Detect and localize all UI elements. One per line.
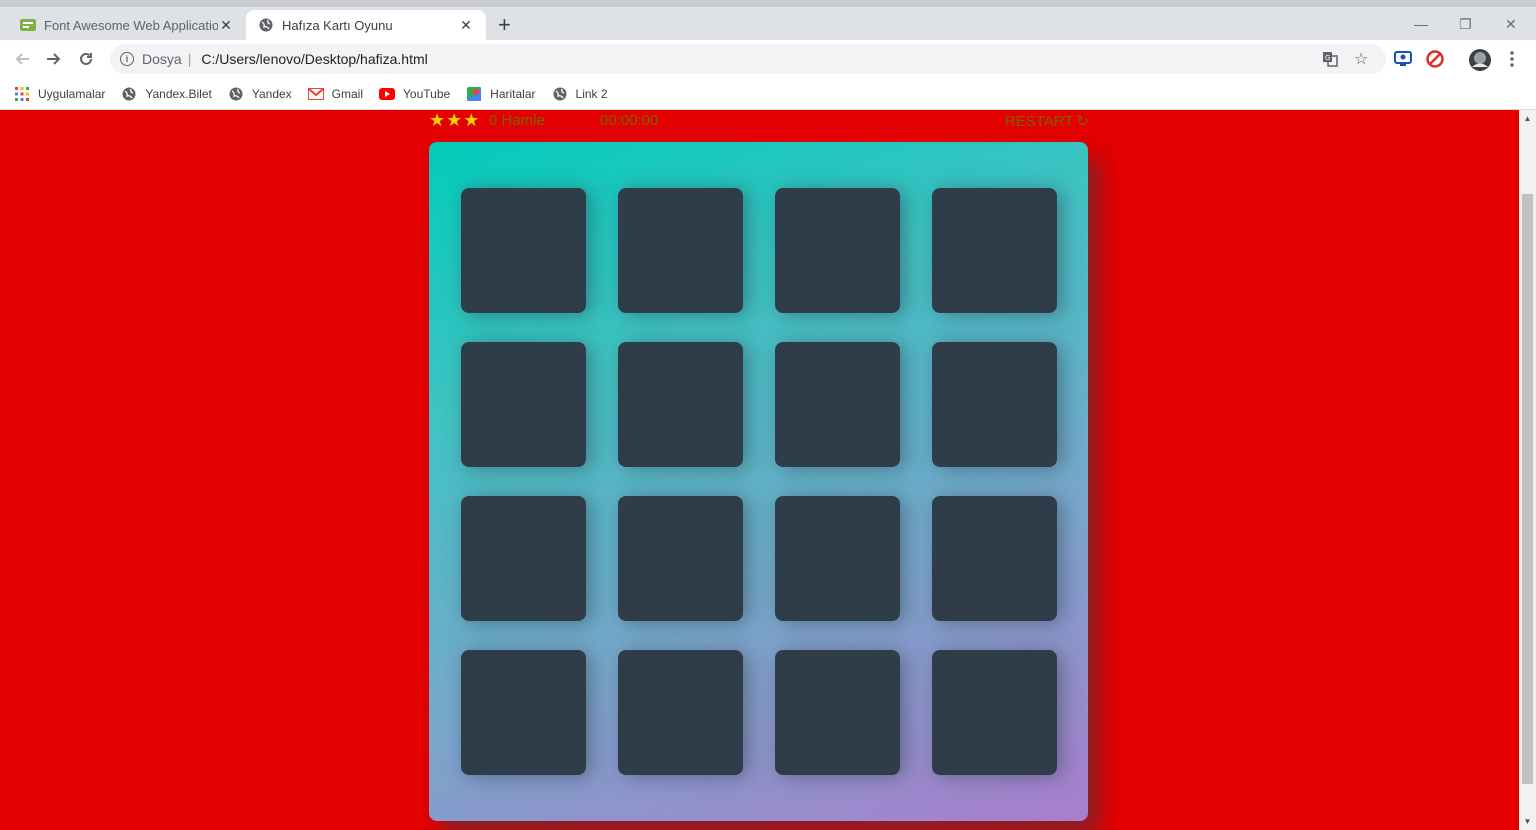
restart-label: RESTART <box>1004 112 1074 130</box>
memory-card[interactable] <box>775 342 900 467</box>
info-icon[interactable]: i <box>120 52 134 66</box>
bookmark-label: Yandex.Bilet <box>145 86 212 101</box>
tab-title: Hafıza Kartı Oyunu <box>282 17 393 33</box>
back-icon[interactable] <box>11 48 33 70</box>
bookmark-star-icon[interactable]: ☆ <box>1354 44 1368 74</box>
bookmark-yandex[interactable]: Yandex <box>228 86 292 102</box>
tab-hafiza[interactable]: Hafıza Kartı Oyunu ✕ <box>246 10 486 40</box>
font-awesome-favicon <box>20 17 36 33</box>
bookmark-yandex-bilet[interactable]: Yandex.Bilet <box>121 86 212 102</box>
globe-icon <box>121 86 137 102</box>
score-panel: ★ ★ ★ 0 Hamle 00:00:00 RESTART ↻ <box>429 110 1089 132</box>
maps-icon <box>466 86 482 102</box>
memory-card[interactable] <box>775 650 900 775</box>
memory-card[interactable] <box>618 496 743 621</box>
memory-card[interactable] <box>618 188 743 313</box>
globe-icon <box>552 86 568 102</box>
memory-card[interactable] <box>932 342 1057 467</box>
bookmark-label: Gmail <box>331 86 364 101</box>
youtube-icon <box>379 86 396 102</box>
reload-icon[interactable] <box>75 48 97 70</box>
card-deck <box>429 142 1088 821</box>
tab-title: Font Awesome Web Application <box>44 17 218 33</box>
browser-toolbar: i Dosya | C:/Users/lenovo/Desktop/hafiza… <box>0 40 1536 78</box>
svg-text:G: G <box>1325 54 1330 62</box>
globe-icon <box>258 17 274 33</box>
bookmark-label: Haritalar <box>490 86 536 101</box>
bookmark-gmail[interactable]: Gmail <box>307 86 364 102</box>
memory-card[interactable] <box>932 496 1057 621</box>
game-timer: 00:00:00 <box>600 112 659 129</box>
apps-grid-icon <box>14 86 30 102</box>
bookmark-label: Link 2 <box>575 86 608 101</box>
minimize-icon[interactable]: — <box>1414 16 1428 32</box>
memory-card[interactable] <box>461 650 586 775</box>
bookmark-label: YouTube <box>403 86 451 101</box>
star-icon: ★ <box>463 110 480 130</box>
url-text: C:/Users/lenovo/Desktop/hafiza.html <box>201 51 428 67</box>
address-bar[interactable]: i Dosya | C:/Users/lenovo/Desktop/hafiza… <box>110 44 1386 74</box>
bookmark-apps[interactable]: Uygulamalar <box>14 86 105 102</box>
memory-card[interactable] <box>775 496 900 621</box>
globe-icon <box>228 86 244 102</box>
restore-icon[interactable]: ❐ <box>1459 16 1472 33</box>
bookmark-haritalar[interactable]: Haritalar <box>466 86 536 102</box>
move-counter: 0 Hamle <box>489 112 545 129</box>
bookmark-link-2[interactable]: Link 2 <box>552 86 608 102</box>
gmail-icon <box>307 86 324 102</box>
memory-card[interactable] <box>618 650 743 775</box>
star-icon: ★ <box>429 110 446 130</box>
star-icon: ★ <box>446 110 463 130</box>
memory-card[interactable] <box>461 342 586 467</box>
translate-icon[interactable]: G <box>1322 44 1338 74</box>
scrollbar-thumb[interactable] <box>1522 194 1533 784</box>
scrollbar[interactable]: ▲ ▼ <box>1519 110 1536 830</box>
forward-icon[interactable] <box>43 48 65 70</box>
bookmarks-bar: Uygulamalar Yandex.Bilet Yandex Gmail Yo… <box>0 78 1536 110</box>
blocker-extension-icon[interactable] <box>1426 50 1444 68</box>
memory-card[interactable] <box>618 342 743 467</box>
close-icon[interactable]: ✕ <box>458 17 474 34</box>
window-close-icon[interactable]: ✕ <box>1505 16 1517 33</box>
close-icon[interactable]: ✕ <box>218 17 234 34</box>
bookmark-label: Uygulamalar <box>38 86 106 101</box>
restart-icon: ↻ <box>1076 113 1089 130</box>
memory-card[interactable] <box>461 496 586 621</box>
memory-card[interactable] <box>932 188 1057 313</box>
memory-card[interactable] <box>932 650 1057 775</box>
star-rating: ★ ★ ★ <box>429 111 480 129</box>
bookmark-youtube[interactable]: YouTube <box>379 86 450 102</box>
profile-avatar[interactable] <box>1468 48 1492 72</box>
page-viewport: ★ ★ ★ 0 Hamle 00:00:00 RESTART ↻ ▲ ▼ <box>0 110 1536 830</box>
menu-kebab-icon[interactable] <box>1503 50 1521 68</box>
new-tab-button[interactable]: + <box>498 14 511 36</box>
scheme-label: Dosya <box>142 51 182 67</box>
tab-font-awesome[interactable]: Font Awesome Web Application ✕ <box>8 10 246 40</box>
scheme-separator: | <box>187 51 192 67</box>
tab-strip: Font Awesome Web Application ✕ Hafıza Ka… <box>0 0 1536 40</box>
scroll-up-icon[interactable]: ▲ <box>1519 110 1536 127</box>
scroll-down-icon[interactable]: ▼ <box>1519 813 1536 830</box>
restart-button[interactable]: RESTART ↻ <box>1004 112 1089 131</box>
bookmark-label: Yandex <box>251 86 292 101</box>
memory-card[interactable] <box>461 188 586 313</box>
memory-card[interactable] <box>775 188 900 313</box>
cast-extension-icon[interactable] <box>1394 50 1412 68</box>
